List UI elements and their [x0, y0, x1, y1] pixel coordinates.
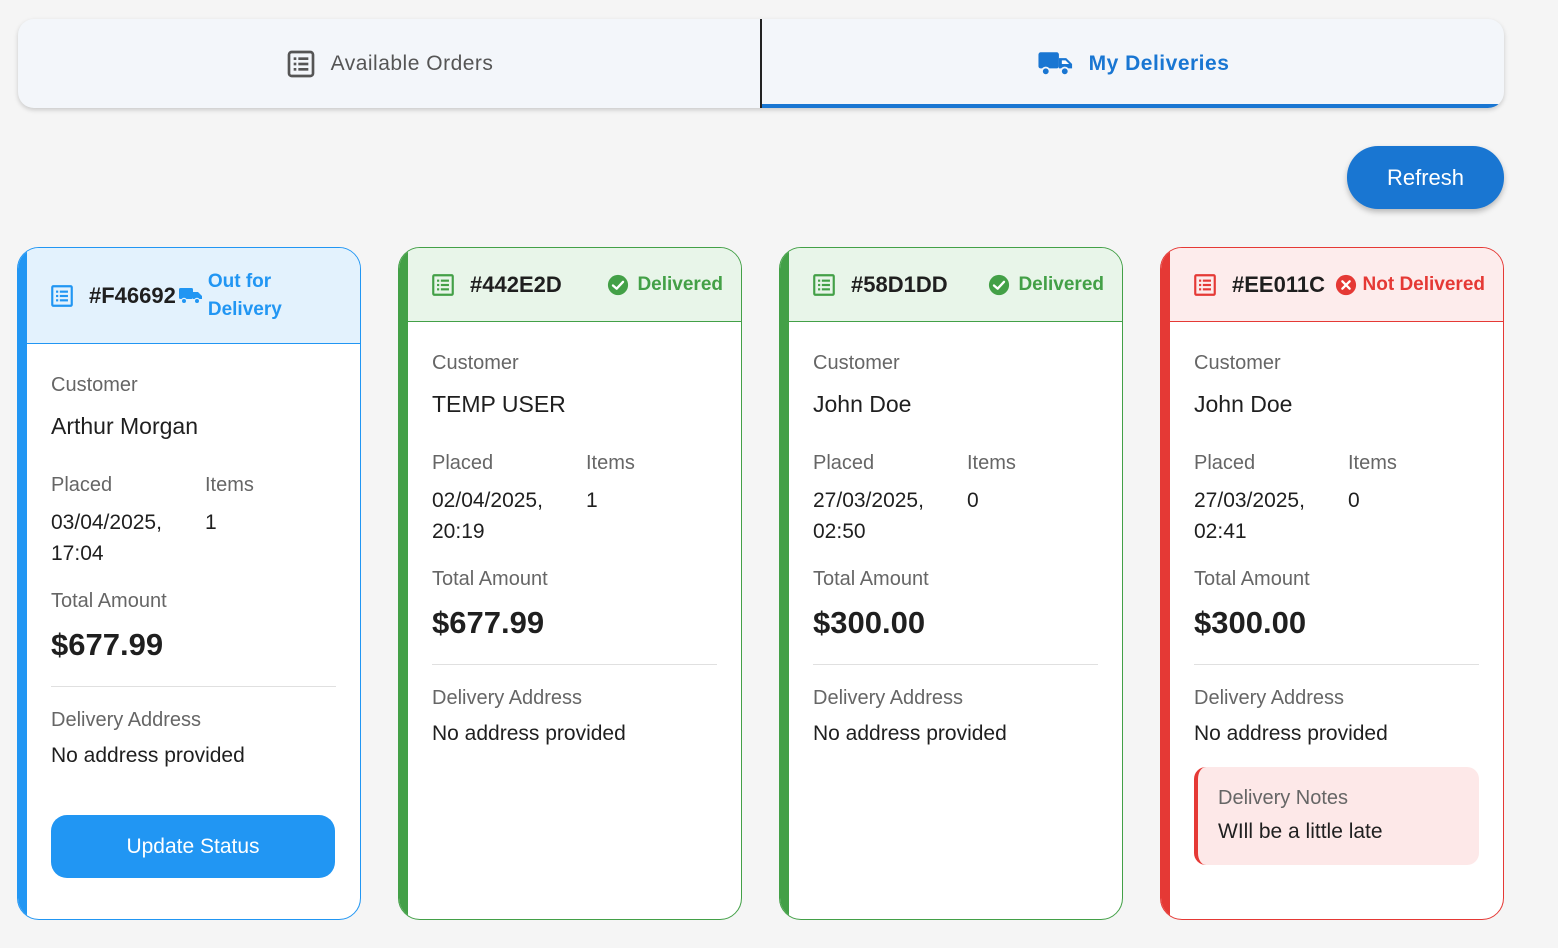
receipt-icon — [51, 284, 73, 307]
card-stripe — [18, 248, 27, 919]
customer-name: TEMP USER — [432, 391, 566, 417]
address-value: No address provided — [51, 744, 245, 767]
divider — [51, 686, 336, 687]
order-card: #58D1DD Delivered Customer John Doe Plac… — [779, 247, 1123, 920]
status-label: Not Delivered — [1362, 273, 1485, 295]
items-count: 0 — [967, 489, 979, 512]
customer-name: John Doe — [1194, 391, 1293, 417]
status-label: Delivered — [1018, 273, 1104, 295]
order-id: #58D1DD — [851, 271, 948, 297]
address-value: No address provided — [1194, 722, 1388, 745]
address-label: Delivery Address — [813, 687, 964, 709]
order-id: #442E2D — [470, 271, 562, 297]
customer-name: Arthur Morgan — [51, 413, 199, 439]
items-count: 0 — [1348, 489, 1360, 512]
total-amount: $300.00 — [1194, 605, 1307, 640]
tab-label: My Deliveries — [1088, 51, 1230, 75]
card-stripe — [399, 248, 408, 919]
total-amount: $677.99 — [432, 605, 545, 640]
placed-time: 20:19 — [432, 520, 485, 543]
customer-label: Customer — [432, 352, 519, 374]
placed-date: 02/04/2025, — [432, 489, 543, 512]
list-icon — [287, 50, 314, 77]
address-value: No address provided — [432, 722, 626, 745]
placed-time: 02:50 — [813, 520, 866, 543]
total-label: Total Amount — [51, 590, 167, 612]
delivery-notes: Delivery Notes WIll be a little late — [1194, 767, 1479, 865]
tab-bar: Available Orders My Deliveries — [18, 19, 1504, 108]
placed-date: 27/03/2025, — [813, 489, 924, 512]
cancel-circle-icon — [1335, 274, 1356, 295]
status-badge: Delivered — [988, 274, 1104, 296]
address-label: Delivery Address — [1194, 687, 1345, 709]
items-label: Items — [967, 452, 1016, 474]
total-amount: $300.00 — [813, 605, 926, 640]
status-badge: Not Delivered — [1335, 274, 1485, 296]
status-label: Delivered — [637, 273, 723, 295]
total-label: Total Amount — [432, 568, 548, 590]
customer-label: Customer — [51, 374, 138, 396]
order-card: #442E2D Delivered Customer TEMP USER Pla… — [398, 247, 742, 920]
check-circle-icon — [608, 274, 629, 295]
items-label: Items — [1348, 452, 1397, 474]
total-label: Total Amount — [813, 568, 929, 590]
placed-time: 02:41 — [1194, 520, 1247, 543]
divider — [432, 664, 717, 665]
address-label: Delivery Address — [432, 687, 583, 709]
total-amount: $677.99 — [51, 627, 164, 662]
divider — [813, 664, 1098, 665]
card-stripe — [780, 248, 789, 919]
items-count: 1 — [205, 511, 217, 534]
total-label: Total Amount — [1194, 568, 1310, 590]
status-badge: Out for Delivery — [207, 270, 282, 320]
order-id: #F46692 — [89, 282, 176, 308]
items-count: 1 — [586, 489, 598, 512]
placed-label: Placed — [432, 452, 494, 474]
divider — [1194, 664, 1479, 665]
order-card: #F46692 Out for Delivery Customer Arthur… — [17, 247, 361, 920]
placed-date: 03/04/2025, — [51, 511, 162, 534]
notes-value: WIll be a little late — [1218, 820, 1383, 843]
tab-available-orders[interactable]: Available Orders — [18, 19, 760, 108]
check-circle-icon — [989, 274, 1010, 295]
receipt-icon — [813, 273, 835, 296]
items-label: Items — [205, 474, 254, 496]
update-status-button[interactable]: Update Status — [51, 815, 335, 878]
address-value: No address provided — [813, 722, 1007, 745]
tab-label: Available Orders — [330, 51, 494, 75]
address-label: Delivery Address — [51, 709, 202, 731]
order-card: #EE011C Not Delivered Customer John Doe … — [1160, 247, 1504, 920]
placed-label: Placed — [1194, 452, 1256, 474]
refresh-button[interactable]: Refresh — [1347, 146, 1504, 209]
order-id: #EE011C — [1232, 271, 1325, 297]
truck-icon — [178, 287, 202, 304]
card-stripe — [1161, 248, 1170, 919]
receipt-icon — [432, 273, 454, 296]
notes-label: Delivery Notes — [1218, 787, 1349, 809]
customer-label: Customer — [813, 352, 900, 374]
placed-time: 17:04 — [51, 542, 104, 565]
truck-icon — [1038, 51, 1072, 76]
placed-label: Placed — [813, 452, 875, 474]
customer-name: John Doe — [813, 391, 912, 417]
customer-label: Customer — [1194, 352, 1281, 374]
status-badge: Delivered — [607, 274, 723, 296]
items-label: Items — [586, 452, 635, 474]
placed-date: 27/03/2025, — [1194, 489, 1305, 512]
placed-label: Placed — [51, 474, 113, 496]
tab-my-deliveries[interactable]: My Deliveries — [760, 19, 1504, 108]
receipt-icon — [1194, 273, 1216, 296]
